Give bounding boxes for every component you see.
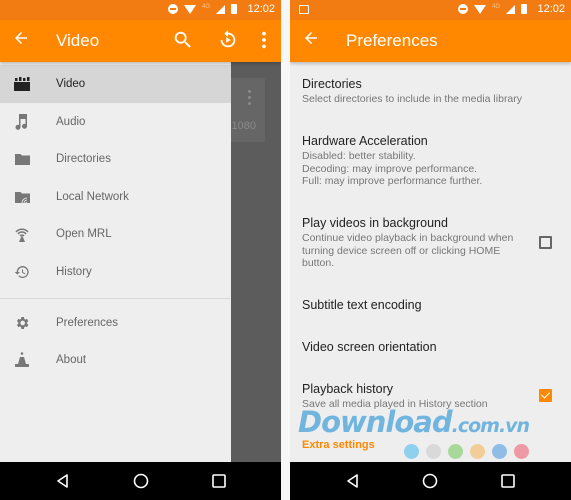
page-title: Preferences bbox=[346, 31, 438, 50]
drawer-item-audio[interactable]: Audio bbox=[0, 103, 231, 141]
pref-title: Subtitle text encoding bbox=[302, 298, 422, 312]
clock: 12:02 bbox=[247, 3, 275, 15]
drawer-item-local-network[interactable]: Local Network bbox=[0, 178, 231, 216]
nav-back-button[interactable] bbox=[344, 472, 362, 490]
watermark-dot bbox=[404, 444, 419, 459]
section-header-extra-settings: Extra settings bbox=[302, 439, 375, 451]
resume-playback-icon bbox=[220, 29, 236, 48]
drawer-item-directories[interactable]: Directories bbox=[0, 140, 231, 178]
pref-title: Video screen orientation bbox=[302, 340, 437, 354]
back-triangle-icon bbox=[57, 474, 68, 488]
nav-recents-button[interactable] bbox=[499, 472, 517, 490]
pref-title: Play videos in background bbox=[302, 216, 448, 230]
pref-summary: Select directories to include in the med… bbox=[302, 93, 523, 105]
wifi-icon bbox=[473, 4, 486, 14]
drawer-item-open-mrl[interactable]: Open MRL bbox=[0, 215, 231, 253]
clock: 12:02 bbox=[537, 3, 565, 15]
back-triangle-icon bbox=[347, 474, 358, 488]
arrow-left-icon bbox=[15, 32, 27, 44]
nav-recents-button[interactable] bbox=[210, 472, 228, 490]
pref-summary: Continue video playback in background wh… bbox=[302, 232, 514, 269]
video-icon bbox=[13, 75, 31, 93]
pref-title: Playback history bbox=[302, 382, 394, 396]
gear-icon bbox=[13, 314, 31, 332]
nav-home-button[interactable] bbox=[132, 472, 150, 490]
system-nav-bar bbox=[290, 462, 571, 500]
drawer-item-label: Preferences bbox=[56, 317, 119, 329]
back-button[interactable] bbox=[12, 29, 30, 52]
do-not-disturb-icon bbox=[457, 4, 468, 14]
drawer-item-label: Local Network bbox=[56, 191, 129, 203]
drawer-divider bbox=[0, 298, 231, 299]
home-circle-icon bbox=[133, 473, 149, 489]
recents-square-icon bbox=[212, 474, 226, 488]
drawer-item-preferences[interactable]: Preferences bbox=[0, 304, 231, 342]
drawer-item-label: Directories bbox=[56, 153, 111, 165]
watermark-dot bbox=[448, 444, 463, 459]
pref-subtitle-encoding[interactable]: Subtitle text encoding bbox=[302, 298, 542, 313]
pref-summary: Disabled: better stability. Decoding: ma… bbox=[302, 150, 483, 187]
search-button[interactable] bbox=[172, 29, 194, 51]
app-bar: Preferences bbox=[290, 20, 571, 62]
system-nav-bar bbox=[0, 462, 281, 500]
do-not-disturb-icon bbox=[167, 4, 178, 14]
resume-playback-button[interactable] bbox=[217, 29, 239, 51]
music-note-icon bbox=[13, 113, 31, 131]
arrow-left-icon bbox=[305, 32, 317, 44]
recents-square-icon bbox=[501, 474, 515, 488]
pref-play-background[interactable]: Play videos in background Continue video… bbox=[302, 216, 527, 270]
drawer-item-about[interactable]: About bbox=[0, 341, 231, 379]
drawer-item-label: History bbox=[56, 266, 92, 278]
pref-title: Hardware Acceleration bbox=[302, 134, 428, 148]
watermark-dot bbox=[470, 444, 485, 459]
battery-icon bbox=[231, 4, 237, 14]
watermark-dots bbox=[404, 444, 529, 459]
nav-home-button[interactable] bbox=[421, 472, 439, 490]
drawer-item-label: Video bbox=[56, 78, 86, 90]
more-vert-icon bbox=[262, 31, 266, 49]
wifi-icon bbox=[183, 4, 196, 14]
card-more-icon bbox=[248, 90, 252, 108]
battery-icon bbox=[521, 4, 527, 14]
folder-icon bbox=[13, 150, 31, 168]
drawer-item-label: About bbox=[56, 354, 87, 366]
left-screen: 4G 12:02 Video x1080 Video Audio Directo… bbox=[0, 0, 281, 500]
navigation-drawer: Video Audio Directories Local Network Op… bbox=[0, 62, 231, 462]
play-background-checkbox[interactable] bbox=[539, 236, 552, 249]
network-folder-icon bbox=[13, 188, 31, 206]
search-icon bbox=[174, 31, 191, 48]
network-type-label: 4G bbox=[201, 4, 210, 10]
image-notification-icon bbox=[299, 5, 309, 14]
playback-history-checkbox[interactable] bbox=[539, 389, 552, 402]
status-bar: 4G 12:02 bbox=[290, 0, 571, 20]
drawer-item-label: Audio bbox=[56, 116, 86, 128]
pref-video-orientation[interactable]: Video screen orientation bbox=[302, 340, 542, 355]
drawer-item-label: Open MRL bbox=[56, 228, 112, 240]
back-button[interactable] bbox=[302, 29, 320, 52]
home-circle-icon bbox=[422, 473, 438, 489]
drawer-item-video[interactable]: Video bbox=[0, 65, 231, 103]
drawer-item-history[interactable]: History bbox=[0, 253, 231, 291]
watermark-dot bbox=[514, 444, 529, 459]
pref-title: Directories bbox=[302, 77, 362, 91]
right-screen: 4G 12:02 Preferences Directories Select … bbox=[290, 0, 571, 500]
watermark-dot bbox=[426, 444, 441, 459]
signal-icon bbox=[216, 4, 225, 14]
watermark: Download.com.vn bbox=[298, 405, 530, 439]
stream-icon bbox=[13, 225, 31, 243]
more-options-button[interactable] bbox=[253, 29, 275, 51]
preferences-list: Directories Select directories to includ… bbox=[290, 62, 571, 462]
pref-hardware-acceleration[interactable]: Hardware Acceleration Disabled: better s… bbox=[302, 134, 542, 188]
watermark-dot bbox=[492, 444, 507, 459]
pref-directories[interactable]: Directories Select directories to includ… bbox=[302, 77, 542, 106]
signal-icon bbox=[506, 4, 515, 14]
network-type-label: 4G bbox=[491, 4, 500, 10]
page-title: Video bbox=[56, 31, 100, 50]
vlc-cone-icon bbox=[13, 351, 31, 369]
screen-separator bbox=[281, 0, 290, 500]
history-icon bbox=[13, 263, 31, 281]
app-bar: Video bbox=[0, 20, 281, 62]
status-bar: 4G 12:02 bbox=[0, 0, 281, 20]
nav-back-button[interactable] bbox=[54, 472, 72, 490]
